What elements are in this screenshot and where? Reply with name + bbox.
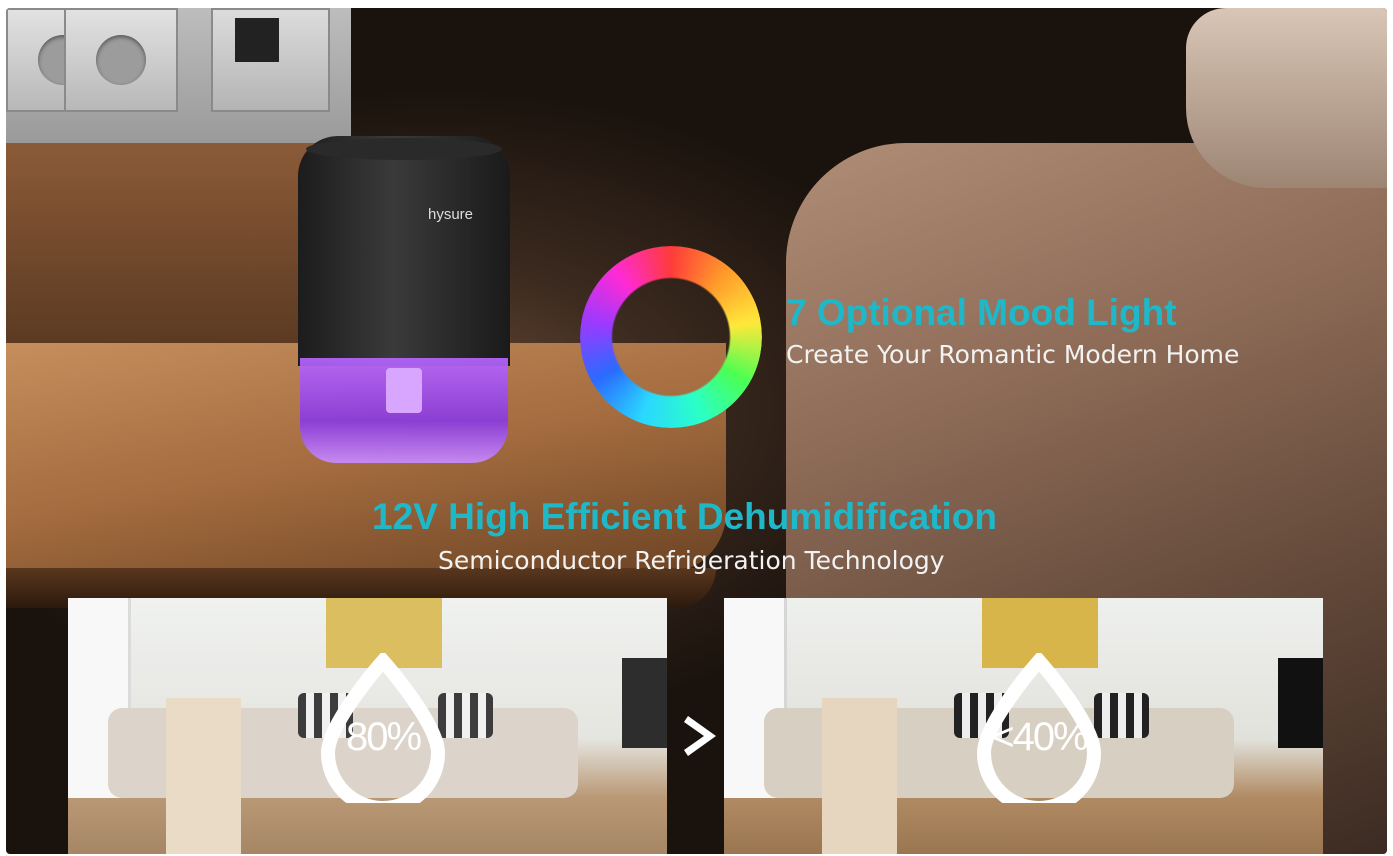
dehumidifier-product: hysure bbox=[298, 136, 510, 466]
chevron-right-icon bbox=[684, 716, 716, 756]
water-drop-icon: <40% bbox=[964, 650, 1114, 815]
blanket bbox=[822, 698, 897, 854]
humidity-before-label: 80% bbox=[345, 715, 422, 759]
tv bbox=[1278, 658, 1323, 748]
wall-panel bbox=[6, 143, 336, 343]
room-after: <40% bbox=[724, 598, 1323, 854]
dehumidification-subtitle: Semiconductor Refrigeration Technology bbox=[438, 546, 945, 575]
product-banner: hysure 7 Optional Mood Light Create Your… bbox=[6, 8, 1387, 854]
wall-outlet bbox=[64, 8, 178, 112]
brand-logo: hysure bbox=[428, 206, 474, 223]
mood-light-subtitle: Create Your Romantic Modern Home bbox=[786, 340, 1240, 369]
dehumidification-title: 12V High Efficient Dehumidification bbox=[372, 496, 997, 537]
wall-socket-plate bbox=[6, 8, 351, 143]
humidity-after-label: <40% bbox=[991, 715, 1088, 759]
color-ring-icon bbox=[580, 246, 762, 428]
water-drop-icon: 80% bbox=[308, 650, 458, 815]
room-before: 80% bbox=[68, 598, 667, 854]
wall-switch bbox=[211, 8, 330, 112]
tank-core bbox=[386, 368, 422, 413]
device-body bbox=[298, 136, 510, 366]
device-top-panel bbox=[306, 138, 502, 160]
mood-light-title: 7 Optional Mood Light bbox=[786, 292, 1177, 333]
pillow bbox=[1186, 8, 1387, 188]
